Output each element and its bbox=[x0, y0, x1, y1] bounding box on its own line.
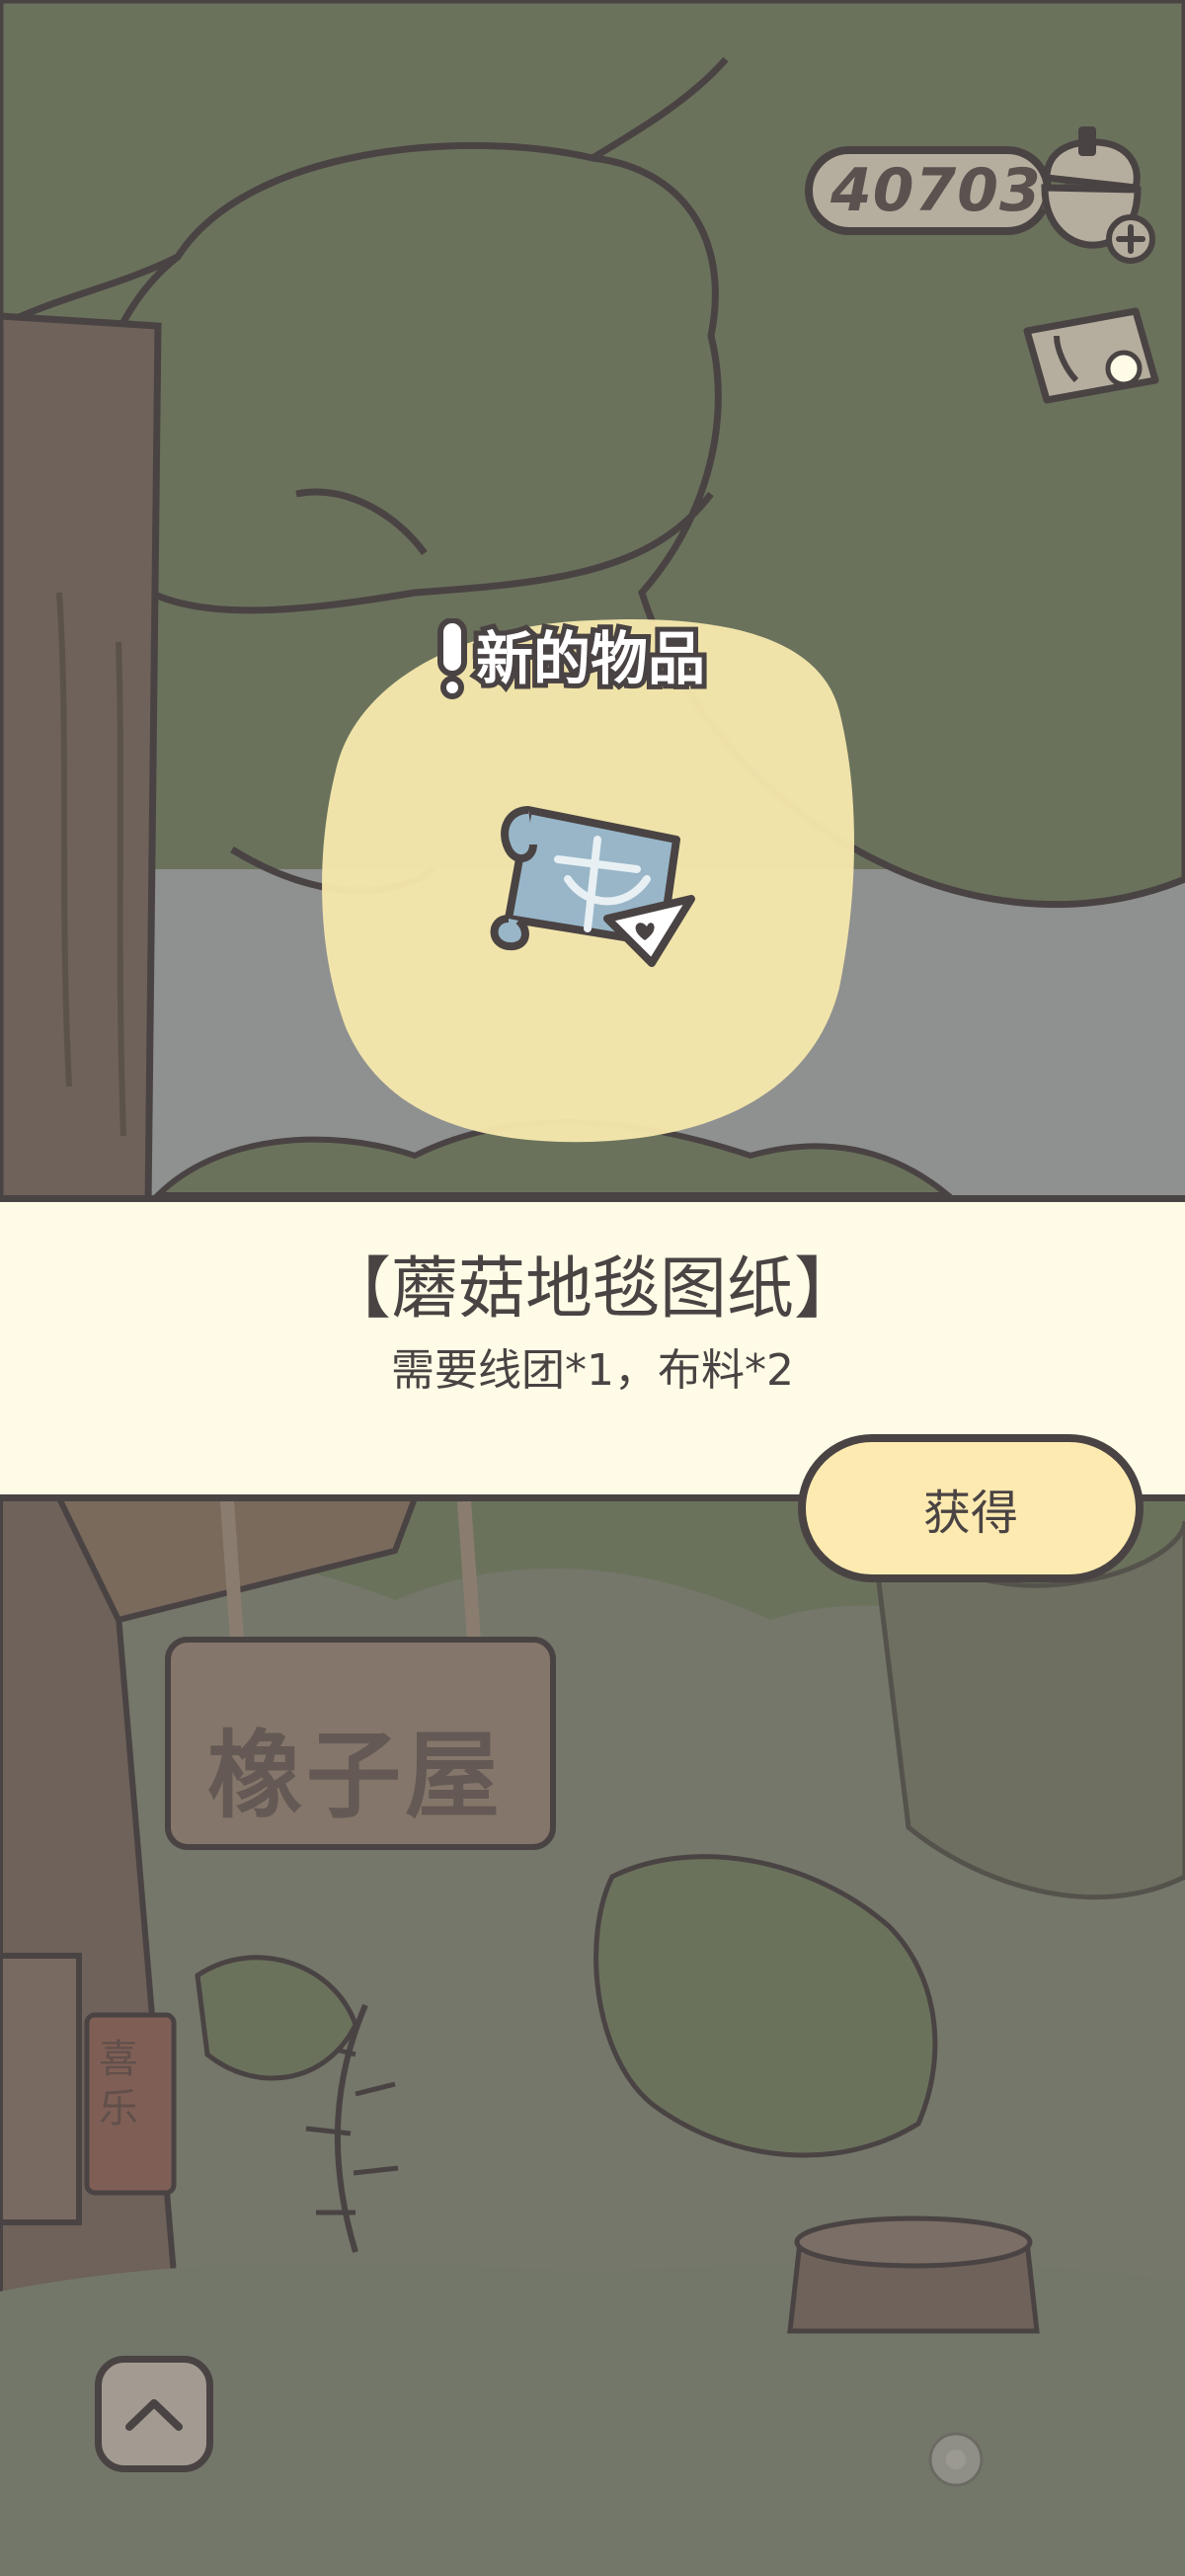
game-screen: 407033 新的物品 【蘑菇地毯图纸】 需要线团*1，布料*2 获得 橡子屋 … bbox=[0, 0, 1185, 2576]
mail-button[interactable] bbox=[1017, 291, 1165, 430]
clover-counter[interactable]: 407033 bbox=[805, 146, 1083, 235]
exclamation-icon bbox=[437, 618, 467, 699]
door-banner: 喜乐 bbox=[99, 2037, 138, 2132]
mail-icon bbox=[1023, 307, 1159, 404]
item-requirement: 需要线团*1，布料*2 bbox=[391, 1344, 794, 1396]
expand-menu-button[interactable] bbox=[95, 2356, 213, 2472]
blueprint-scroll-icon bbox=[490, 806, 695, 967]
obtain-button[interactable]: 获得 bbox=[798, 1434, 1144, 1582]
add-currency-button[interactable] bbox=[1017, 119, 1165, 277]
obtain-button-label: 获得 bbox=[922, 1486, 1018, 1541]
shop-sign: 橡子屋 bbox=[207, 1721, 504, 1831]
item-name: 【蘑菇地毯图纸】 bbox=[323, 1250, 861, 1328]
new-item-label: 新的物品 bbox=[471, 625, 710, 692]
chevron-up-icon bbox=[125, 2399, 183, 2431]
new-item-header: 新的物品 bbox=[434, 614, 710, 703]
plus-icon bbox=[1106, 214, 1155, 264]
